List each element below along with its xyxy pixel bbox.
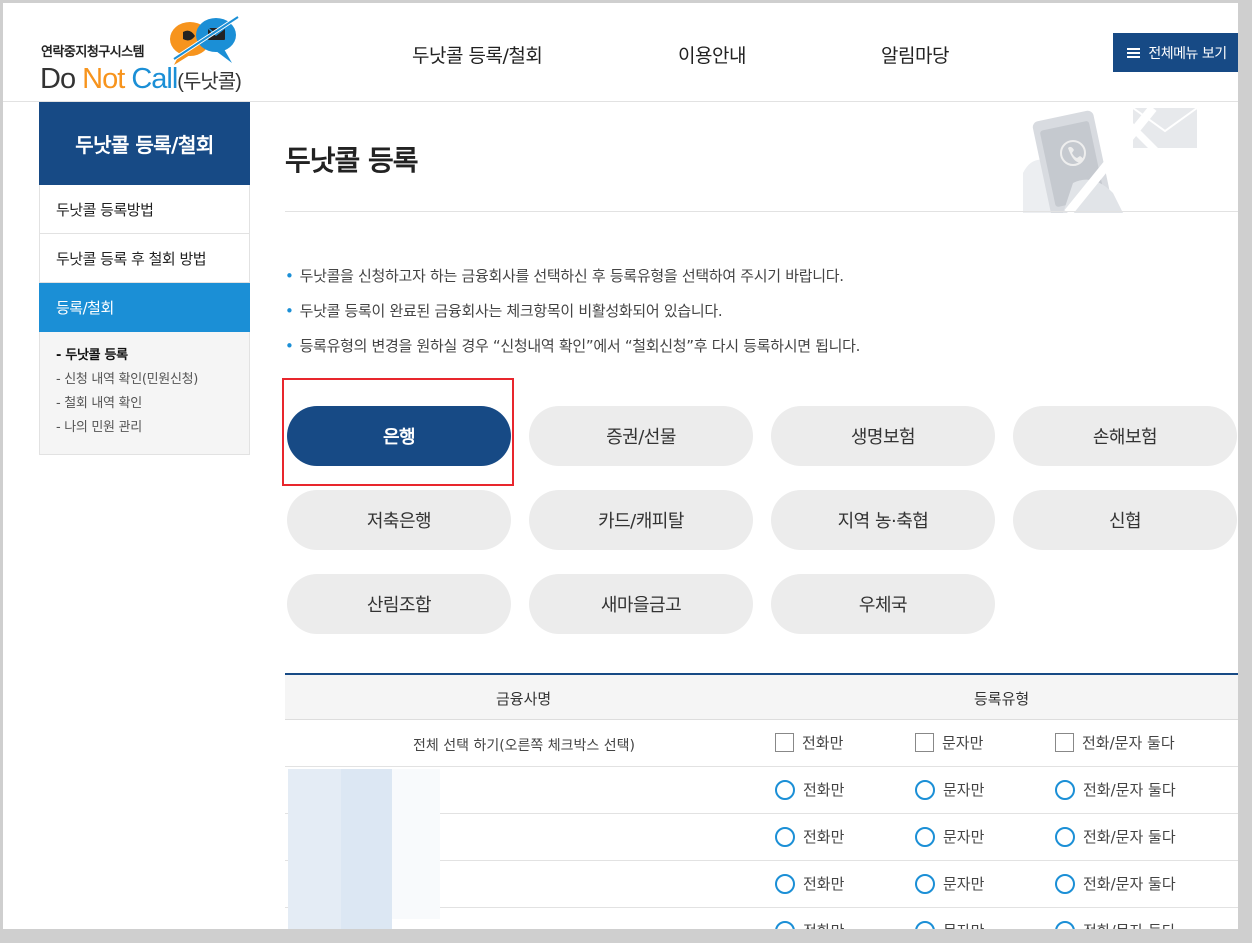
col-type-header: 등록유형 (974, 690, 1030, 708)
redacted-company-names (392, 769, 440, 919)
site-header: 연락중지청구시스템 Do Not Call(두낫콜) 두낫콜 등록/철회 이용안… (3, 3, 1238, 102)
select-all-label: 전체 선택 하기(오른쪽 체크박스 선택) (413, 738, 635, 754)
radio-button[interactable] (1055, 920, 1075, 929)
category-life-insurance[interactable]: 생명보험 (771, 406, 995, 466)
category-nonghyup[interactable]: 지역 농·축협 (771, 490, 995, 550)
radio-phone-only[interactable]: 전화만 (775, 920, 844, 929)
table-header: 금융사명 등록유형 (285, 675, 1238, 720)
nav-notice[interactable]: 알림마당 (881, 41, 949, 68)
radio-button[interactable] (775, 873, 795, 894)
submenu-register[interactable]: - 두낫콜 등록 (56, 344, 233, 368)
logo-korean: (두낫콜) (177, 71, 242, 93)
category-saemaeul[interactable]: 새마을금고 (529, 574, 753, 634)
select-all-row: 전체 선택 하기(오른쪽 체크박스 선택) 전화만 문자만 전화/문자 둘다 (285, 720, 1238, 767)
selection-highlight-box (282, 378, 514, 486)
logo-subtitle: 연락중지청구시스템 (41, 45, 145, 60)
site-logo[interactable]: 연락중지청구시스템 Do Not Call(두낫콜) (38, 13, 253, 98)
instruction-item: • 두낫콜을 신청하고자 하는 금융회사를 선택하신 후 등록유형을 선택하여 주… (285, 267, 844, 285)
radio-both[interactable]: 전화/문자 둘다 (1055, 873, 1176, 894)
category-nonlife-insurance[interactable]: 손해보험 (1013, 406, 1237, 466)
radio-sms-only[interactable]: 문자만 (915, 779, 984, 800)
radio-button[interactable] (775, 826, 795, 847)
sidebar-item-register-method[interactable]: 두낫콜 등록방법 (39, 185, 250, 234)
category-savings-bank[interactable]: 저축은행 (287, 490, 511, 550)
logo-do: Do (40, 63, 83, 95)
category-securities[interactable]: 증권/선물 (529, 406, 753, 466)
radio-button[interactable] (1055, 826, 1075, 847)
instruction-item: • 두낫콜 등록이 완료된 금융회사는 체크항목이 비활성화되어 있습니다. (285, 302, 723, 320)
category-credit-union[interactable]: 신협 (1013, 490, 1237, 550)
logo-not: Not (82, 63, 132, 95)
radio-both[interactable]: 전화/문자 둘다 (1055, 779, 1176, 800)
radio-button[interactable] (775, 779, 795, 800)
select-all-phone[interactable]: 전화만 (775, 732, 843, 753)
radio-sms-only[interactable]: 문자만 (915, 873, 984, 894)
radio-button[interactable] (1055, 873, 1075, 894)
sidebar-submenu: - 두낫콜 등록 - 신청 내역 확인(민원신청) - 철회 내역 확인 - 나… (39, 332, 250, 455)
radio-phone-only[interactable]: 전화만 (775, 873, 844, 894)
radio-sms-only[interactable]: 문자만 (915, 920, 984, 929)
radio-button[interactable] (915, 920, 935, 929)
sidebar-item-register-withdraw[interactable]: 등록/철회 (39, 283, 250, 332)
radio-button[interactable] (915, 826, 935, 847)
nav-usage-guide[interactable]: 이용안내 (678, 41, 746, 68)
instruction-item: • 등록유형의 변경을 원하실 경우 “신청내역 확인”에서 “철회신청”후 다시… (285, 337, 861, 355)
radio-both[interactable]: 전화/문자 둘다 (1055, 920, 1176, 929)
nav-register-withdraw[interactable]: 두낫콜 등록/철회 (412, 41, 543, 68)
checkbox[interactable] (915, 733, 934, 752)
redacted-company-names (341, 769, 392, 929)
radio-button[interactable] (1055, 779, 1075, 800)
radio-phone-only[interactable]: 전화만 (775, 779, 844, 800)
logo-wordmark: Do Not Call(두낫콜) (40, 63, 242, 96)
category-forestry-coop[interactable]: 산림조합 (287, 574, 511, 634)
logo-call: Call (131, 63, 178, 95)
browser-viewport: 연락중지청구시스템 Do Not Call(두낫콜) 두낫콜 등록/철회 이용안… (0, 0, 1252, 943)
title-divider (285, 211, 1238, 212)
checkbox[interactable] (1055, 733, 1074, 752)
radio-button[interactable] (775, 920, 795, 929)
radio-both[interactable]: 전화/문자 둘다 (1055, 826, 1176, 847)
submenu-application-history[interactable]: - 신청 내역 확인(민원신청) (56, 368, 233, 392)
submenu-my-complaints[interactable]: - 나의 민원 관리 (56, 416, 233, 440)
phone-block-illustration-icon (1023, 105, 1198, 213)
sidebar-item-withdraw-method[interactable]: 두낫콜 등록 후 철회 방법 (39, 234, 250, 283)
col-company-header: 금융사명 (496, 690, 552, 708)
category-post-office[interactable]: 우체국 (771, 574, 995, 634)
page-title: 두낫콜 등록 (285, 144, 419, 177)
category-card-capital[interactable]: 카드/캐피탈 (529, 490, 753, 550)
submenu-withdraw-history[interactable]: - 철회 내역 확인 (56, 392, 233, 416)
instruction-list: • 두낫콜을 신청하고자 하는 금융회사를 선택하신 후 등록유형을 선택하여 주… (285, 265, 860, 370)
radio-sms-only[interactable]: 문자만 (915, 826, 984, 847)
hamburger-icon (1127, 46, 1141, 60)
radio-button[interactable] (915, 873, 935, 894)
all-menu-button[interactable]: 전체메뉴 보기 (1113, 33, 1238, 72)
all-menu-label: 전체메뉴 보기 (1148, 45, 1227, 62)
checkbox[interactable] (775, 733, 794, 752)
select-all-both[interactable]: 전화/문자 둘다 (1055, 732, 1175, 753)
sidebar: 두낫콜 등록/철회 두낫콜 등록방법 두낫콜 등록 후 철회 방법 등록/철회 … (39, 102, 250, 455)
select-all-sms[interactable]: 문자만 (915, 732, 983, 753)
radio-phone-only[interactable]: 전화만 (775, 826, 844, 847)
sidebar-title: 두낫콜 등록/철회 (39, 102, 250, 185)
radio-button[interactable] (915, 779, 935, 800)
